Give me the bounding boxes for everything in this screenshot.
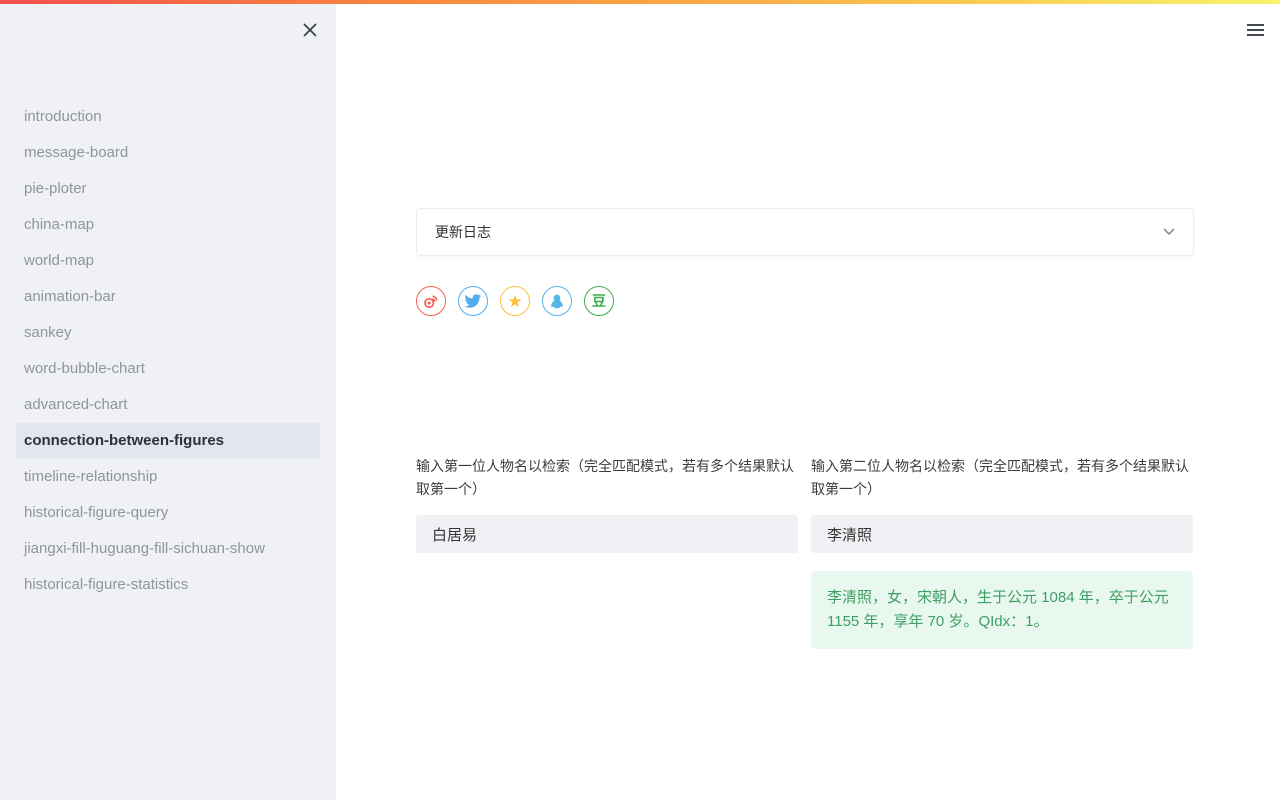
content-column: 更新日志 ★ bbox=[416, 4, 1194, 649]
weibo-share-icon[interactable] bbox=[416, 286, 446, 316]
second-figure-column: 输入第二位人物名以检索（完全匹配模式，若有多个结果默认取第一个） 李清照，女，宋… bbox=[811, 455, 1193, 649]
second-figure-input[interactable] bbox=[811, 515, 1193, 553]
sidebar-item-message-board[interactable]: message-board bbox=[16, 135, 320, 171]
twitter-share-icon[interactable] bbox=[458, 286, 488, 316]
first-figure-input[interactable] bbox=[416, 515, 798, 553]
sidebar-item-historical-figure-query[interactable]: historical-figure-query bbox=[16, 495, 320, 531]
sidebar-item-advanced-chart[interactable]: advanced-chart bbox=[16, 387, 320, 423]
sidebar-item-world-map[interactable]: world-map bbox=[16, 243, 320, 279]
chevron-down-icon bbox=[1163, 228, 1175, 236]
sidebar-menu: introduction message-board pie-ploter ch… bbox=[0, 4, 336, 603]
top-gradient-bar bbox=[0, 0, 1280, 4]
sidebar-item-introduction[interactable]: introduction bbox=[16, 99, 320, 135]
second-figure-result: 李清照，女，宋朝人，生于公元 1084 年，卒于公元 1155 年，享年 70 … bbox=[811, 571, 1193, 649]
sidebar-item-timeline-relationship[interactable]: timeline-relationship bbox=[16, 459, 320, 495]
share-buttons: ★ 豆 bbox=[416, 286, 1194, 316]
sidebar-item-connection-between-figures[interactable]: connection-between-figures bbox=[16, 423, 320, 459]
figure-search-section: 输入第一位人物名以检索（完全匹配模式，若有多个结果默认取第一个） 输入第二位人物… bbox=[416, 455, 1194, 649]
close-icon bbox=[302, 22, 318, 38]
sidebar-item-jiangxi-fill-huguang-fill-sichuan-show[interactable]: jiangxi-fill-huguang-fill-sichuan-show bbox=[16, 531, 320, 567]
sidebar-item-historical-figure-statistics[interactable]: historical-figure-statistics bbox=[16, 567, 320, 603]
sidebar-item-sankey[interactable]: sankey bbox=[16, 315, 320, 351]
penguin-icon bbox=[548, 292, 566, 310]
douban-glyph: 豆 bbox=[592, 294, 606, 308]
sidebar-item-china-map[interactable]: china-map bbox=[16, 207, 320, 243]
sidebar-item-animation-bar[interactable]: animation-bar bbox=[16, 279, 320, 315]
changelog-accordion[interactable]: 更新日志 bbox=[416, 208, 1194, 256]
changelog-title: 更新日志 bbox=[435, 222, 491, 242]
qzone-share-icon[interactable]: ★ bbox=[500, 286, 530, 316]
first-figure-label: 输入第一位人物名以检索（完全匹配模式，若有多个结果默认取第一个） bbox=[416, 455, 798, 501]
qq-share-icon[interactable] bbox=[542, 286, 572, 316]
second-figure-label: 输入第二位人物名以检索（完全匹配模式，若有多个结果默认取第一个） bbox=[811, 455, 1193, 501]
star-icon: ★ bbox=[507, 293, 522, 310]
douban-share-icon[interactable]: 豆 bbox=[584, 286, 614, 316]
sidebar-close-button[interactable] bbox=[298, 18, 322, 42]
sidebar: introduction message-board pie-ploter ch… bbox=[0, 4, 336, 800]
main-area: 更新日志 ★ bbox=[336, 4, 1280, 800]
hamburger-icon bbox=[1247, 24, 1264, 26]
first-figure-column: 输入第一位人物名以检索（完全匹配模式，若有多个结果默认取第一个） bbox=[416, 455, 798, 649]
sidebar-item-pie-ploter[interactable]: pie-ploter bbox=[16, 171, 320, 207]
hamburger-menu-button[interactable] bbox=[1242, 18, 1268, 42]
sidebar-item-word-bubble-chart[interactable]: word-bubble-chart bbox=[16, 351, 320, 387]
